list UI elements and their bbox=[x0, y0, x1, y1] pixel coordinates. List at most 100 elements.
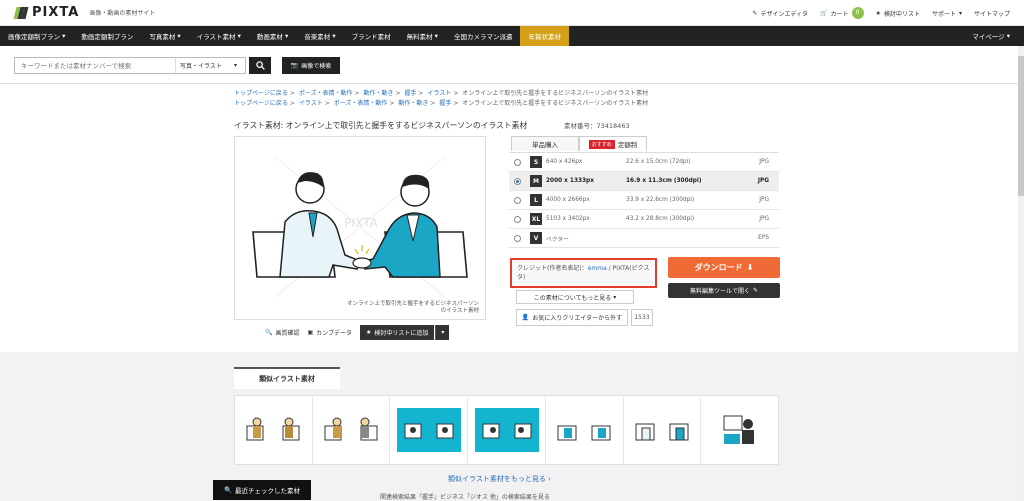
chevron-down-icon: ▾ bbox=[177, 32, 181, 40]
similar-thumbnail[interactable] bbox=[468, 396, 546, 464]
similar-thumbnail[interactable] bbox=[624, 396, 702, 464]
remove-favorite-creator-button[interactable]: 👤 お気に入りクリエイターから外す bbox=[516, 309, 628, 326]
breadcrumb-link[interactable]: ポーズ・表情・動作 bbox=[299, 90, 353, 97]
main-content: トップページに戻る > ポーズ・表情・動作 > 動作・動き > 握手 > イラスト > オ… bbox=[0, 84, 1018, 352]
search-bar: 写真・イラスト ▾ 📷 画像で検索 bbox=[0, 46, 1024, 84]
chevron-down-icon: ▾ bbox=[958, 9, 962, 17]
design-editor-link[interactable]: ✎ デザインエディタ bbox=[752, 9, 808, 18]
wishlist-label: 検討中リスト bbox=[883, 10, 920, 18]
nav-photo[interactable]: 写真素材 ▾ bbox=[141, 26, 188, 46]
size-row-m[interactable]: M 2000 x 1333px 16.9 x 11.3cm (300dpi) J… bbox=[509, 172, 779, 191]
nav-label: 音楽素材 bbox=[304, 33, 331, 41]
breadcrumb-link[interactable]: イラスト bbox=[427, 90, 451, 97]
chevron-down-icon: ▾ bbox=[332, 32, 336, 40]
cart-icon: 🛒 bbox=[820, 9, 828, 17]
comp-label: カンプデータ bbox=[316, 330, 352, 337]
nav-video[interactable]: 動画素材 ▾ bbox=[249, 26, 296, 46]
add-to-wishlist-button[interactable]: ★ 検討中リストに追加 bbox=[360, 325, 435, 340]
mypage-label: マイページ bbox=[972, 33, 1005, 41]
chevron-down-icon: ▾ bbox=[237, 32, 241, 40]
nav-photographer[interactable]: 全国カメラマン派遣 bbox=[446, 26, 521, 46]
breadcrumb-link[interactable]: 握手 bbox=[404, 90, 416, 97]
nav-music[interactable]: 音楽素材 ▾ bbox=[296, 26, 343, 46]
nav-mypage[interactable]: マイページ ▾ bbox=[972, 26, 1010, 46]
nav-nengajo[interactable]: 年賀状素材 bbox=[520, 26, 569, 46]
scrollbar-thumb[interactable] bbox=[1018, 56, 1024, 196]
size-format: JPG bbox=[759, 197, 769, 203]
wishlist-dropdown-button[interactable]: ▾ bbox=[435, 325, 450, 340]
caption-line: のイラスト素材 bbox=[440, 308, 479, 314]
size-badge: M bbox=[530, 175, 542, 187]
size-row-s[interactable]: S 640 x 426px 22.6 x 15.0cm (72dpi) JPG bbox=[509, 153, 779, 172]
download-icon: ⬇ bbox=[746, 263, 754, 272]
similar-thumbnail[interactable] bbox=[701, 396, 778, 464]
comp-data-link[interactable]: ▣ カンプデータ bbox=[308, 328, 353, 337]
nav-free[interactable]: 無料素材 ▾ bbox=[399, 26, 446, 46]
search-icon bbox=[255, 61, 265, 70]
wishlist-link[interactable]: ★ 検討中リスト bbox=[876, 9, 920, 18]
nav-brand[interactable]: ブランド素材 bbox=[344, 26, 399, 46]
size-badge: XL bbox=[530, 213, 542, 225]
breadcrumb-link[interactable]: トップページに戻る bbox=[234, 100, 288, 107]
tab-label: 定額制 bbox=[617, 141, 638, 149]
size-format: JPG bbox=[757, 178, 769, 184]
size-radio[interactable] bbox=[514, 234, 521, 242]
tab-single-purchase[interactable]: 単品購入 bbox=[511, 136, 579, 151]
similar-thumbnail[interactable] bbox=[235, 396, 313, 464]
size-radio[interactable] bbox=[514, 196, 521, 204]
category-label: 写真・イラスト bbox=[180, 63, 222, 70]
size-badge: V bbox=[530, 232, 542, 244]
credit-author-link[interactable]: emma bbox=[588, 265, 607, 272]
more-info-label: この素材についてもっと見る bbox=[533, 294, 612, 302]
zoom-link[interactable]: 🔍 画質確認 bbox=[265, 328, 300, 337]
nav-video-plan[interactable]: 動画定額制プラン bbox=[73, 26, 141, 46]
breadcrumb-link[interactable]: 動作・動き bbox=[398, 100, 428, 107]
design-editor-label: デザインエディタ bbox=[760, 10, 809, 18]
size-cm: 43.2 x 28.8cm (300dpi) bbox=[626, 216, 695, 222]
size-pixels: ベクター bbox=[546, 236, 569, 243]
search-button[interactable] bbox=[249, 57, 271, 74]
pixta-logo-icon bbox=[13, 6, 29, 20]
category-select[interactable]: 写真・イラスト ▾ bbox=[175, 58, 241, 73]
breadcrumb-link[interactable]: イラスト bbox=[299, 100, 323, 107]
similar-thumbnail[interactable] bbox=[390, 396, 469, 464]
similar-heading: 類似イラスト素材 bbox=[234, 367, 340, 389]
image-search-button[interactable]: 📷 画像で検索 bbox=[282, 57, 340, 74]
preview-image[interactable]: PIXTA オンライン上で取引先と握手をするビジネスパーソン のイラスト素材 bbox=[234, 136, 486, 320]
nav-illust[interactable]: イラスト素材 ▾ bbox=[189, 26, 249, 46]
size-format: JPG bbox=[759, 216, 769, 222]
similar-thumbnail[interactable] bbox=[313, 396, 391, 464]
pencil-icon: ✎ bbox=[752, 287, 759, 294]
size-row-xl[interactable]: XL 5103 x 3402px 43.2 x 28.8cm (300dpi) … bbox=[509, 210, 779, 229]
recent-label: 最近チェックした素材 bbox=[235, 487, 301, 495]
size-radio[interactable] bbox=[514, 215, 521, 223]
tab-subscription[interactable]: おすすめ 定額制 bbox=[579, 136, 647, 151]
logo[interactable]: PIXTA bbox=[13, 5, 79, 20]
nav-label: 動画素材 bbox=[256, 33, 283, 41]
tagline: 画像・動画の素材サイト bbox=[89, 10, 156, 17]
support-link[interactable]: サポート ▾ bbox=[932, 9, 962, 18]
nav-image-plan[interactable]: 画像定額制プラン ▾ bbox=[0, 26, 73, 46]
sitemap-link[interactable]: サイトマップ bbox=[974, 9, 1010, 18]
star-icon: ★ bbox=[366, 329, 372, 336]
breadcrumb-link[interactable]: 握手 bbox=[439, 100, 451, 107]
image-icon: ▣ bbox=[307, 329, 314, 336]
download-button[interactable]: ダウンロード ⬇ bbox=[668, 257, 780, 278]
breadcrumb-link[interactable]: ポーズ・表情・動作 bbox=[334, 100, 388, 107]
recently-viewed-button[interactable]: 🔍 最近チェックした素材 bbox=[213, 480, 311, 500]
similar-thumbnail[interactable] bbox=[546, 396, 624, 464]
more-info-button[interactable]: この素材についてもっと見る ▾ bbox=[516, 290, 634, 304]
size-row-l[interactable]: L 4000 x 2666px 33.9 x 22.6cm (300dpi) J… bbox=[509, 191, 779, 210]
size-row-v[interactable]: V ベクター EPS bbox=[509, 229, 779, 248]
open-editor-button[interactable]: 無料編集ツールで開く ✎ bbox=[668, 283, 780, 298]
breadcrumb-link[interactable]: 動作・動き bbox=[364, 90, 394, 97]
size-radio[interactable] bbox=[514, 158, 521, 166]
wishlist-add-label: 検討中リストに追加 bbox=[374, 330, 429, 337]
breadcrumb-link[interactable]: トップページに戻る bbox=[234, 90, 288, 97]
thumbnail-image bbox=[723, 415, 754, 444]
more-similar-link[interactable]: 類似イラスト素材をもっと見る › bbox=[448, 474, 551, 484]
search-input[interactable] bbox=[15, 58, 175, 73]
thumbnail-image bbox=[474, 408, 539, 452]
cart-link[interactable]: 🛒 カート 0 bbox=[820, 7, 864, 19]
size-radio[interactable] bbox=[514, 177, 521, 185]
